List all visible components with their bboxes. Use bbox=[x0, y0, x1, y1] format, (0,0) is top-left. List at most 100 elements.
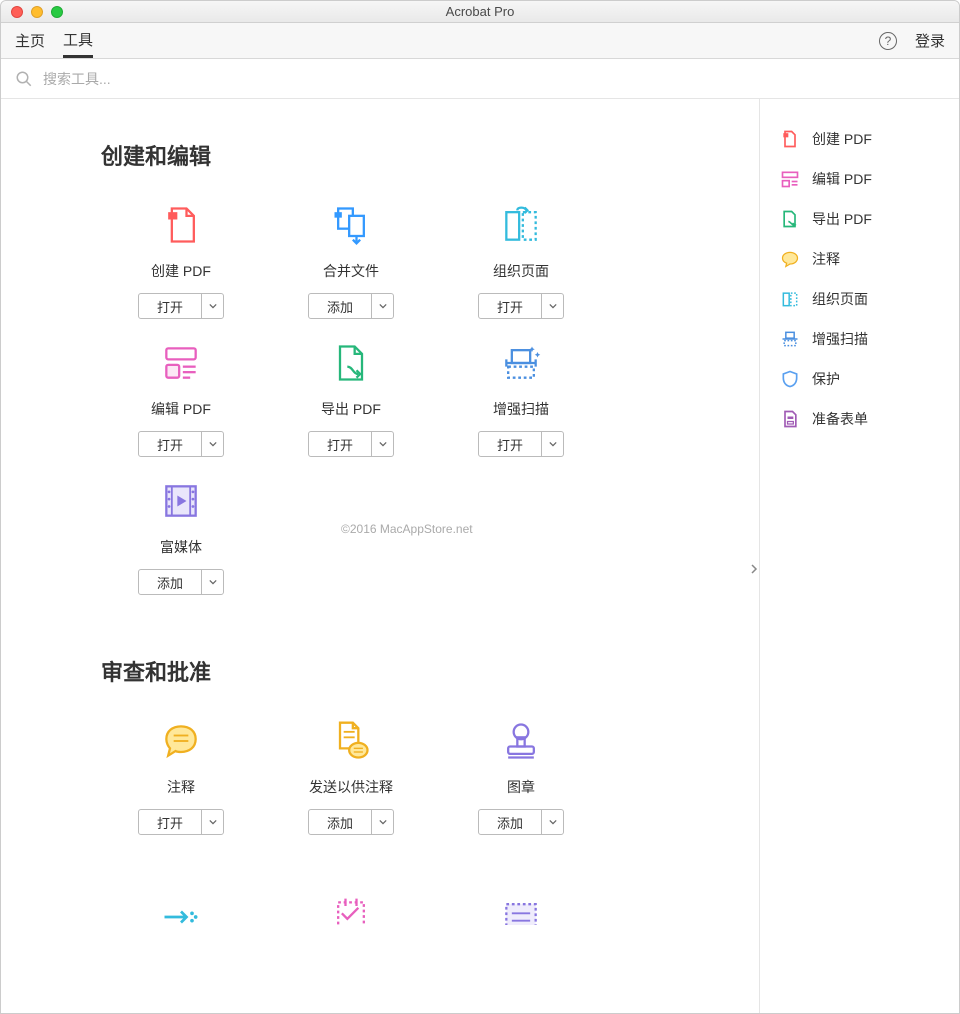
right-item-edit-pdf[interactable]: 编辑 PDF bbox=[760, 159, 959, 199]
minimize-window-button[interactable] bbox=[31, 6, 43, 18]
chevron-down-icon[interactable] bbox=[201, 570, 223, 594]
section-title-create-edit: 创建和编辑 bbox=[101, 139, 719, 171]
partial-icon bbox=[497, 895, 545, 925]
partial-row bbox=[101, 895, 719, 925]
help-icon[interactable]: ? bbox=[879, 32, 897, 50]
tool-send-for-comments[interactable]: 发送以供注释 添加 bbox=[271, 717, 431, 835]
tool-action-button[interactable]: 添加 bbox=[308, 809, 394, 835]
tool-label: 注释 bbox=[167, 777, 195, 797]
content-area: 创建和编辑 创建 PDF 打开 合并文件 添加 bbox=[1, 99, 959, 1013]
tool-export-pdf[interactable]: 导出 PDF 打开 bbox=[271, 339, 431, 457]
chevron-down-icon[interactable] bbox=[201, 810, 223, 834]
chevron-down-icon[interactable] bbox=[201, 294, 223, 318]
right-item-comment[interactable]: 注释 bbox=[760, 239, 959, 279]
rich-media-icon bbox=[157, 477, 205, 525]
comment-icon bbox=[780, 249, 800, 269]
tool-label: 创建 PDF bbox=[151, 261, 211, 281]
partial-icon bbox=[157, 895, 205, 925]
chevron-down-icon[interactable] bbox=[541, 810, 563, 834]
tool-create-pdf[interactable]: 创建 PDF 打开 bbox=[101, 201, 261, 319]
right-item-label: 注释 bbox=[812, 249, 840, 269]
login-button[interactable]: 登录 bbox=[915, 30, 945, 51]
tool-comment[interactable]: 注释 打开 bbox=[101, 717, 261, 835]
tool-label: 合并文件 bbox=[323, 261, 379, 281]
enhance-scans-icon bbox=[497, 339, 545, 387]
tool-partial-1[interactable] bbox=[101, 895, 261, 925]
search-input[interactable] bbox=[43, 71, 945, 87]
tool-label: 组织页面 bbox=[493, 261, 549, 281]
right-item-label: 创建 PDF bbox=[812, 129, 872, 149]
panel-toggle-icon[interactable] bbox=[748, 549, 760, 589]
tool-action-button[interactable]: 打开 bbox=[138, 809, 224, 835]
tool-stamp[interactable]: 图章 添加 bbox=[441, 717, 601, 835]
tab-tools[interactable]: 工具 bbox=[63, 23, 93, 58]
window-controls bbox=[1, 6, 63, 18]
tool-action-button[interactable]: 打开 bbox=[138, 431, 224, 457]
tool-action-button[interactable]: 添加 bbox=[478, 809, 564, 835]
chevron-down-icon[interactable] bbox=[371, 810, 393, 834]
chevron-down-icon[interactable] bbox=[541, 294, 563, 318]
tool-action-button[interactable]: 打开 bbox=[138, 293, 224, 319]
tool-action-button[interactable]: 打开 bbox=[478, 293, 564, 319]
right-item-protect[interactable]: 保护 bbox=[760, 359, 959, 399]
tool-action-button[interactable]: 打开 bbox=[308, 431, 394, 457]
right-item-enhance-scans[interactable]: 增强扫描 bbox=[760, 319, 959, 359]
tool-action-button[interactable]: 添加 bbox=[138, 569, 224, 595]
tool-organize-pages[interactable]: 组织页面 打开 bbox=[441, 201, 601, 319]
titlebar: Acrobat Pro bbox=[1, 1, 959, 23]
main-panel: 创建和编辑 创建 PDF 打开 合并文件 添加 bbox=[1, 99, 759, 1013]
right-item-export-pdf[interactable]: 导出 PDF bbox=[760, 199, 959, 239]
window-title: Acrobat Pro bbox=[1, 4, 959, 19]
review-approve-grid: 注释 打开 发送以供注释 添加 bbox=[101, 717, 719, 835]
right-item-organize-pages[interactable]: 组织页面 bbox=[760, 279, 959, 319]
enhance-scans-icon bbox=[780, 329, 800, 349]
chevron-down-icon[interactable] bbox=[541, 432, 563, 456]
tool-partial-3[interactable] bbox=[441, 895, 601, 925]
main-toolbar: 主页 工具 ? 登录 bbox=[1, 23, 959, 59]
right-item-label: 组织页面 bbox=[812, 289, 868, 309]
send-for-comments-icon bbox=[327, 717, 375, 765]
tool-combine-files[interactable]: 合并文件 添加 bbox=[271, 201, 431, 319]
tool-partial-2[interactable] bbox=[271, 895, 431, 925]
right-item-label: 准备表单 bbox=[812, 409, 868, 429]
tool-label: 富媒体 bbox=[160, 537, 202, 557]
tool-enhance-scans[interactable]: 增强扫描 打开 bbox=[441, 339, 601, 457]
right-item-prepare-form[interactable]: 准备表单 bbox=[760, 399, 959, 439]
right-item-label: 保护 bbox=[812, 369, 840, 389]
comment-icon bbox=[157, 717, 205, 765]
search-icon bbox=[15, 70, 33, 88]
tool-label: 增强扫描 bbox=[493, 399, 549, 419]
close-window-button[interactable] bbox=[11, 6, 23, 18]
right-panel: 创建 PDF 编辑 PDF 导出 PDF 注释 组织页面 增强扫描 保护 准备 bbox=[759, 99, 959, 1013]
section-title-review-approve: 审查和批准 bbox=[101, 655, 719, 687]
tool-label: 发送以供注释 bbox=[309, 777, 393, 797]
organize-pages-icon bbox=[780, 289, 800, 309]
export-pdf-icon bbox=[327, 339, 375, 387]
search-bar bbox=[1, 59, 959, 99]
stamp-icon bbox=[497, 717, 545, 765]
right-item-label: 增强扫描 bbox=[812, 329, 868, 349]
combine-files-icon bbox=[327, 201, 375, 249]
tool-rich-media[interactable]: 富媒体 添加 bbox=[101, 477, 261, 595]
edit-pdf-icon bbox=[157, 339, 205, 387]
tabs: 主页 工具 bbox=[15, 23, 93, 58]
tool-action-button[interactable]: 打开 bbox=[478, 431, 564, 457]
tool-edit-pdf[interactable]: 编辑 PDF 打开 bbox=[101, 339, 261, 457]
zoom-window-button[interactable] bbox=[51, 6, 63, 18]
tool-action-button[interactable]: 添加 bbox=[308, 293, 394, 319]
right-item-label: 编辑 PDF bbox=[812, 169, 872, 189]
tab-home[interactable]: 主页 bbox=[15, 23, 45, 58]
chevron-down-icon[interactable] bbox=[371, 294, 393, 318]
right-item-label: 导出 PDF bbox=[812, 209, 872, 229]
chevron-down-icon[interactable] bbox=[371, 432, 393, 456]
chevron-down-icon[interactable] bbox=[201, 432, 223, 456]
prepare-form-icon bbox=[780, 409, 800, 429]
create-pdf-icon bbox=[780, 129, 800, 149]
edit-pdf-icon bbox=[780, 169, 800, 189]
export-pdf-icon bbox=[780, 209, 800, 229]
right-item-create-pdf[interactable]: 创建 PDF bbox=[760, 119, 959, 159]
create-edit-grid: 创建 PDF 打开 合并文件 添加 bbox=[101, 201, 719, 595]
tool-label: 导出 PDF bbox=[321, 399, 381, 419]
protect-icon bbox=[780, 369, 800, 389]
tool-label: 图章 bbox=[507, 777, 535, 797]
